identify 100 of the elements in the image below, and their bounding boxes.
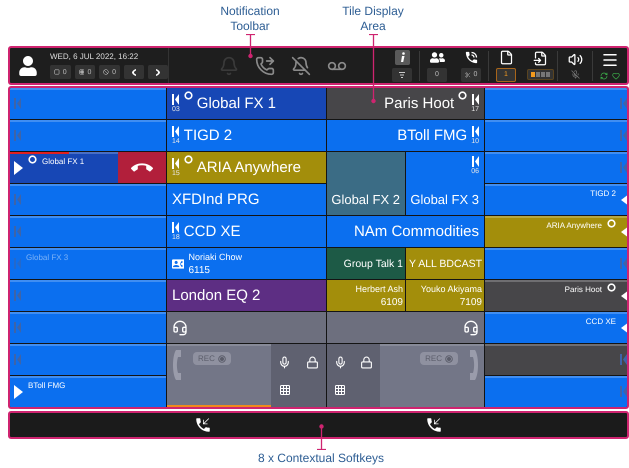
record-icon: [445, 354, 453, 362]
speaker-icon: [620, 354, 627, 365]
line-tile[interactable]: Global FX 2: [327, 152, 405, 215]
annotation-label: Tile Display Area: [341, 4, 405, 34]
side-label: ARIA Anywhere: [546, 221, 602, 230]
contact-extension: 6115: [188, 264, 210, 276]
side-label: TIGD 2: [590, 189, 616, 198]
keypad-icon[interactable]: [334, 384, 346, 396]
annotation-label: Notification Toolbar: [219, 4, 281, 34]
users-icon[interactable]: [430, 50, 444, 64]
line-tile[interactable]: London EQ 2: [167, 280, 326, 311]
line-label: Paris Hoot: [384, 95, 454, 112]
contact-name: Herbert Ash: [355, 284, 403, 294]
line-tile[interactable]: NAm Commodities: [327, 216, 484, 247]
side-tile[interactable]: [10, 280, 166, 311]
speaker-icon: [620, 258, 627, 269]
contact-name: Youko Akiyama: [420, 284, 482, 294]
side-tile[interactable]: Global FX 1: [10, 152, 166, 183]
side-tile[interactable]: [485, 152, 627, 183]
annotation-label: 8 x Contextual Softkeys: [256, 451, 386, 466]
side-tile[interactable]: [10, 344, 166, 375]
mic-icon[interactable]: [278, 356, 292, 368]
side-tile[interactable]: BToll FMG: [10, 376, 166, 407]
contact-extension: 6109: [380, 296, 403, 308]
side-tile[interactable]: [485, 248, 627, 279]
side-tile[interactable]: [485, 88, 627, 119]
keypad-icon[interactable]: [278, 384, 291, 396]
speaker-icon: [620, 130, 627, 141]
filter-chip[interactable]: [392, 68, 412, 82]
handset-icon: [171, 350, 181, 380]
headset-icon: [172, 320, 188, 336]
contact-tile[interactable]: Youko Akiyama 7109: [406, 280, 484, 311]
hang-up-button[interactable]: [118, 152, 166, 183]
mic-icon[interactable]: [334, 356, 347, 368]
phone-icon[interactable]: [464, 50, 478, 64]
side-tile[interactable]: CCD XE: [485, 312, 627, 343]
bell-off-icon[interactable]: [291, 56, 311, 76]
contact-tile[interactable]: Noriaki Chow 6115: [167, 248, 326, 279]
side-tile[interactable]: [10, 312, 166, 343]
side-tile[interactable]: TIGD 2: [485, 184, 627, 215]
headset-tile[interactable]: [167, 312, 326, 343]
volume-icon[interactable]: [568, 52, 582, 67]
side-label: Paris Hoot: [564, 285, 602, 294]
square-icon: [54, 69, 60, 75]
line-label: XFDInd PRG: [172, 191, 260, 208]
side-tile[interactable]: ARIA Anywhere: [485, 216, 627, 247]
line-label: Group Talk 1: [344, 258, 403, 270]
filter-icon: [399, 72, 405, 78]
line-label: CCD XE: [184, 223, 240, 240]
block-icon: [103, 69, 110, 75]
speaker-icon: [620, 162, 627, 173]
bracket-icon: [156, 68, 160, 76]
user-icon[interactable]: [18, 56, 38, 76]
line-label: Global FX 2: [331, 192, 400, 207]
speaker-icon: [620, 386, 627, 397]
speaker-icon: [472, 156, 479, 167]
contact-tile[interactable]: Herbert Ash 6109: [327, 280, 405, 311]
line-label: Global FX 1: [196, 95, 276, 112]
scissors-icon: [464, 72, 471, 78]
side-tile[interactable]: [485, 344, 627, 375]
menu-icon[interactable]: [601, 51, 619, 69]
pointer-icon: [621, 226, 627, 238]
document-in-icon[interactable]: [532, 51, 548, 66]
contact-name: Noriaki Chow: [188, 252, 242, 262]
date-time: WED, 6 JUL 2022, 16:22: [50, 52, 140, 61]
speaker-icon: [472, 94, 479, 105]
side-tile[interactable]: [10, 216, 166, 247]
document-icon[interactable]: [498, 50, 514, 64]
heart-icon: [612, 72, 620, 80]
line-tile[interactable]: XFDInd PRG: [167, 184, 326, 215]
speaker-icon: [620, 98, 627, 109]
speaker-icon: [172, 222, 180, 233]
pointer-icon: [621, 322, 627, 334]
line-tile[interactable]: Group Talk 1: [327, 248, 405, 279]
chip[interactable]: [148, 65, 168, 79]
line-label: TIGD 2: [184, 127, 232, 144]
line-label: Y ALL BDCAST: [409, 258, 482, 270]
side-tile[interactable]: Paris Hoot: [485, 280, 627, 311]
speaker-icon: [172, 126, 180, 137]
side-tile[interactable]: [10, 88, 166, 119]
mic-off-icon[interactable]: [570, 70, 580, 79]
line-label: ARIA Anywhere: [196, 159, 302, 176]
lock-icon[interactable]: [306, 356, 319, 368]
side-label: BToll FMG: [28, 381, 66, 390]
lock-icon[interactable]: [360, 356, 374, 368]
chip[interactable]: [124, 65, 144, 79]
side-tile[interactable]: [10, 120, 166, 151]
headset-tile[interactable]: [327, 312, 484, 343]
info-icon[interactable]: [394, 50, 410, 64]
call-forward-icon[interactable]: [255, 56, 275, 76]
side-tile[interactable]: [485, 376, 627, 407]
side-label: CCD XE: [586, 317, 616, 326]
record-icon: [218, 354, 226, 362]
phone-callback-icon: [425, 416, 444, 434]
line-tile[interactable]: Y ALL BDCAST: [406, 248, 484, 279]
side-tile[interactable]: [10, 184, 166, 215]
line-label: Global FX 3: [410, 192, 479, 207]
side-label: Global FX 3: [26, 253, 68, 262]
pointer-icon: [621, 194, 627, 206]
side-tile[interactable]: [485, 120, 627, 151]
